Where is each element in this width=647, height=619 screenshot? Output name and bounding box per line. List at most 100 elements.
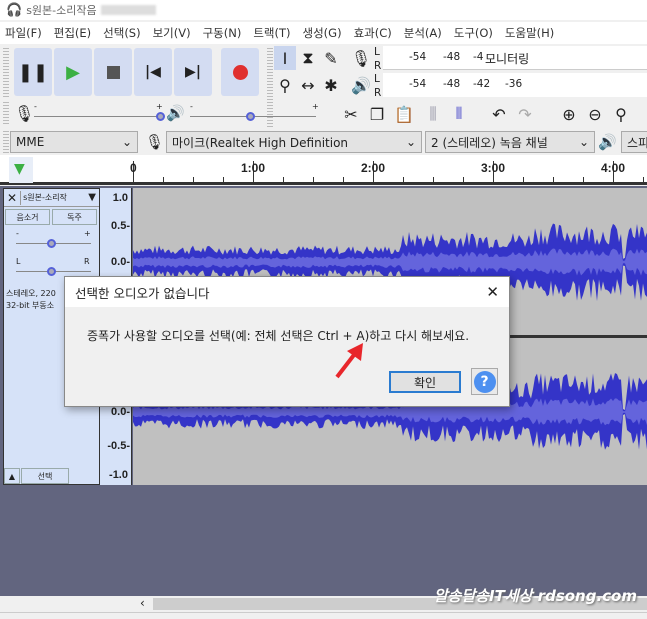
- track-info-bitdepth: 32-bit 부동소: [6, 301, 55, 310]
- mute-button[interactable]: 음소거: [5, 209, 50, 225]
- menu-generate[interactable]: 생성(G): [303, 25, 342, 41]
- ok-button[interactable]: 확인: [389, 371, 461, 393]
- timeline-ruler[interactable]: ▼ 0 1:00 2:00 3:00 4:00: [0, 155, 647, 185]
- toolbar-grip[interactable]: [3, 48, 9, 98]
- record-meter[interactable]: -54 -48 -4 모니터링: [383, 46, 647, 70]
- paste-button[interactable]: 📋: [393, 102, 415, 126]
- monitoring-label[interactable]: 모니터링: [485, 50, 530, 67]
- copy-button[interactable]: ❐: [366, 102, 388, 126]
- gain-slider[interactable]: - +: [16, 229, 91, 251]
- blurred-title: [100, 5, 156, 15]
- multi-tool[interactable]: ✱: [320, 73, 342, 97]
- fit-selection-icon: ⚲: [615, 104, 627, 124]
- dialog-message: 증폭가 사용할 오디오를 선택(예: 전체 선택은 Ctrl + A)하고 다시…: [87, 329, 470, 343]
- dropdown-arrow-icon[interactable]: ▼: [88, 192, 99, 203]
- scissors-icon: ✂: [344, 104, 358, 124]
- help-button[interactable]: ?: [471, 368, 498, 395]
- draw-tool[interactable]: ✎: [320, 46, 342, 70]
- slider-thumb[interactable]: [246, 112, 255, 121]
- track-name-menu[interactable]: s원본-소리작: [21, 192, 88, 203]
- menu-help[interactable]: 도움말(H): [505, 25, 554, 41]
- redo-button[interactable]: ↷: [514, 102, 536, 126]
- select-track-button[interactable]: 선택: [21, 468, 69, 484]
- envelope-tool[interactable]: ⧗: [297, 46, 319, 70]
- close-icon[interactable]: ✕: [486, 283, 499, 301]
- slider-thumb[interactable]: [47, 239, 56, 248]
- cut-button[interactable]: ✂: [340, 102, 362, 126]
- menu-tracks[interactable]: 트랙(T): [253, 25, 290, 41]
- gain-max: +: [84, 229, 91, 238]
- audio-host-select[interactable]: MME ⌄: [10, 131, 138, 153]
- menu-edit[interactable]: 편집(E): [54, 25, 91, 41]
- timeline-tick: [163, 177, 164, 183]
- meter-tick: -42: [473, 78, 491, 90]
- zoom-out-button[interactable]: ⊖: [584, 102, 606, 126]
- play-head-button[interactable]: ▼: [9, 157, 33, 183]
- envelope-icon: ⧗: [302, 48, 314, 67]
- scroll-left-icon[interactable]: ‹: [140, 596, 145, 610]
- pan-left: L: [16, 257, 21, 266]
- pan-right: R: [84, 257, 90, 266]
- magnifier-icon: ⚲: [279, 75, 291, 95]
- skip-start-icon: |◀: [145, 64, 161, 80]
- trim-button[interactable]: ⫼: [422, 102, 444, 126]
- timeline-label: 2:00: [361, 161, 386, 175]
- playback-device-select[interactable]: 스피: [621, 131, 647, 153]
- meter-tick: -48: [443, 51, 461, 63]
- skip-end-button[interactable]: ▶|: [174, 48, 212, 96]
- chevron-down-icon: ⌄: [121, 135, 132, 149]
- collapse-button[interactable]: ▲: [4, 468, 20, 484]
- timeline-label: 4:00: [601, 161, 626, 175]
- undo-button[interactable]: ↶: [488, 102, 510, 126]
- toolbar-grip[interactable]: [3, 131, 9, 153]
- timeline-tick: [313, 177, 314, 183]
- recording-channels-select[interactable]: 2 (스테레오) 녹음 채널 ⌄: [425, 131, 595, 153]
- zoom-tool[interactable]: ⚲: [274, 73, 296, 97]
- meter-tick: -36: [505, 78, 523, 90]
- help-icon: ?: [473, 370, 496, 393]
- solo-button[interactable]: 독주: [52, 209, 97, 225]
- slider-max: +: [312, 102, 319, 111]
- pencil-icon: ✎: [324, 48, 338, 68]
- meter-tick: -54: [409, 51, 427, 63]
- fit-selection-button[interactable]: ⚲: [610, 102, 632, 126]
- timeline-tick: [433, 177, 434, 183]
- recording-device-select[interactable]: 마이크(Realtek High Definition ⌄: [166, 131, 422, 153]
- record-meter-button[interactable]: 🎙: [350, 46, 372, 70]
- menu-select[interactable]: 선택(S): [103, 25, 140, 41]
- playback-volume-slider[interactable]: - +: [190, 102, 319, 124]
- pause-button[interactable]: ❚❚: [14, 48, 52, 96]
- toolbar-grip[interactable]: [3, 102, 9, 126]
- timeshift-tool[interactable]: ↔: [297, 73, 319, 97]
- slider-thumb[interactable]: [47, 267, 56, 276]
- dialog-title: 선택한 오디오가 없습니다: [75, 285, 210, 301]
- menu-file[interactable]: 파일(F): [5, 25, 42, 41]
- redo-icon: ↷: [518, 104, 532, 124]
- silence-icon: ⫴: [455, 104, 463, 123]
- selection-tool[interactable]: I: [274, 46, 296, 70]
- chevron-down-icon: ⌄: [405, 135, 416, 149]
- stop-button[interactable]: [94, 48, 132, 96]
- zoom-in-icon: ⊕: [562, 104, 576, 124]
- playback-meter[interactable]: -54 -48 -42 -36: [383, 73, 647, 97]
- zoom-in-button[interactable]: ⊕: [558, 102, 580, 126]
- microphone-icon: 🎙: [14, 104, 35, 123]
- recording-volume-slider[interactable]: - +: [34, 102, 165, 124]
- skip-start-button[interactable]: |◀: [134, 48, 172, 96]
- menu-view[interactable]: 보기(V): [153, 25, 191, 41]
- chevron-down-icon: ⌄: [578, 135, 589, 149]
- record-button[interactable]: [221, 48, 259, 96]
- play-meter-button[interactable]: 🔊: [350, 73, 372, 97]
- slider-thumb[interactable]: [156, 112, 165, 121]
- timeline-tick: [523, 177, 524, 183]
- menu-transport[interactable]: 구동(N): [203, 25, 242, 41]
- menu-analyze[interactable]: 분석(A): [404, 25, 442, 41]
- play-button[interactable]: ▶: [54, 48, 92, 96]
- green-triangle-icon: ▼: [14, 161, 25, 177]
- menu-tools[interactable]: 도구(O): [454, 25, 493, 41]
- close-track-icon[interactable]: ✕: [4, 190, 22, 205]
- timeline-tick: [223, 177, 224, 183]
- silence-button[interactable]: ⫴: [448, 102, 470, 126]
- status-bar: [0, 612, 647, 619]
- menu-effect[interactable]: 효과(C): [354, 25, 392, 41]
